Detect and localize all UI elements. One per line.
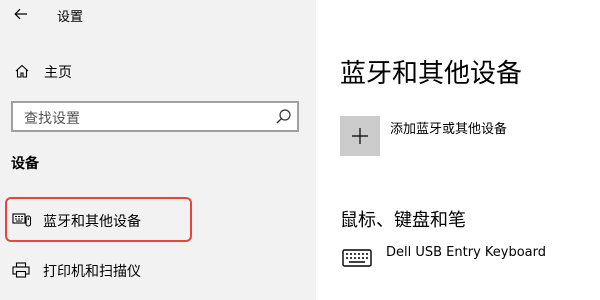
- sidebar-item-label: 主页: [44, 65, 72, 81]
- section-heading: 设备: [11, 156, 39, 172]
- device-name: Dell USB Entry Keyboard: [386, 245, 547, 260]
- device-item[interactable]: Dell USB Entry Keyboard: [340, 244, 590, 274]
- search-input[interactable]: 查找设置: [11, 101, 299, 132]
- plus-icon: [352, 128, 368, 144]
- home-icon: [15, 64, 29, 78]
- mouse-keyboard-heading: 鼠标、键盘和笔: [340, 210, 466, 231]
- sidebar-item-home[interactable]: 主页: [0, 56, 316, 86]
- window-title: 设置: [57, 10, 84, 25]
- keyboard-icon: [342, 249, 372, 267]
- bluetooth-devices-icon: [12, 213, 32, 227]
- search-icon[interactable]: [275, 108, 292, 125]
- printer-icon: [12, 262, 30, 278]
- add-tile: [340, 116, 380, 156]
- page-title: 蓝牙和其他设备: [340, 59, 523, 89]
- sidebar-item-label: 打印机和扫描仪: [43, 264, 141, 280]
- add-device-label: 添加蓝牙或其他设备: [390, 122, 508, 137]
- back-button[interactable]: [10, 3, 32, 25]
- sidebar-item-label: 蓝牙和其他设备: [43, 214, 141, 230]
- sidebar: 设置 主页 查找设置 设备 蓝牙和其他设备 打印机和扫描仪: [0, 0, 316, 300]
- sidebar-item-bluetooth[interactable]: 蓝牙和其他设备: [0, 204, 316, 236]
- search-placeholder: 查找设置: [24, 111, 80, 127]
- add-device-button[interactable]: 添加蓝牙或其他设备: [340, 116, 590, 156]
- back-arrow-icon: [14, 8, 27, 20]
- sidebar-item-printers[interactable]: 打印机和扫描仪: [0, 254, 316, 286]
